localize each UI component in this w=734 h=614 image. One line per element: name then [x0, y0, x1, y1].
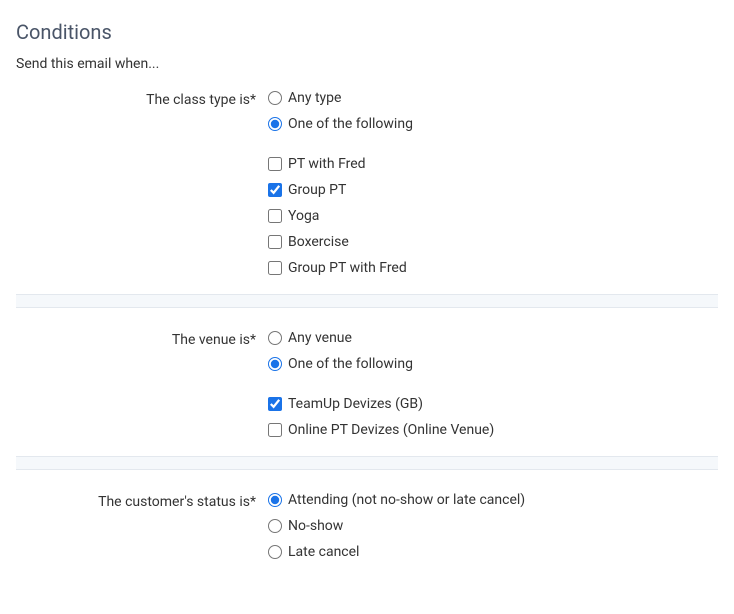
checkbox-class-boxercise-label: Boxercise — [288, 234, 349, 250]
checkbox-class-pt-with-fred[interactable]: PT with Fred — [268, 156, 718, 172]
radio-class-any-input[interactable] — [268, 91, 282, 105]
checkbox-class-pt-with-fred-input[interactable] — [268, 157, 282, 171]
radio-venue-one-of-label: One of the following — [288, 356, 413, 372]
radio-status-late-cancel-label: Late cancel — [288, 544, 359, 560]
radio-class-one-of-input[interactable] — [268, 117, 282, 131]
intro-text: Send this email when... — [16, 56, 718, 72]
radio-venue-any-label: Any venue — [288, 330, 352, 346]
section-divider — [16, 456, 718, 470]
checkbox-class-boxercise-input[interactable] — [268, 235, 282, 249]
checkbox-venue-teamup-devizes-input[interactable] — [268, 397, 282, 411]
radio-class-any[interactable]: Any type — [268, 90, 718, 106]
checkbox-class-group-pt-label: Group PT — [288, 182, 346, 198]
checkbox-class-group-pt[interactable]: Group PT — [268, 182, 718, 198]
checkbox-class-yoga[interactable]: Yoga — [268, 208, 718, 224]
radio-status-attending-label: Attending (not no-show or late cancel) — [288, 492, 525, 508]
label-venue: The venue is* — [16, 330, 268, 348]
checkbox-venue-online-pt-devizes-input[interactable] — [268, 423, 282, 437]
radio-status-no-show[interactable]: No-show — [268, 518, 718, 534]
section-divider — [16, 294, 718, 308]
checkbox-venue-teamup-devizes-label: TeamUp Devizes (GB) — [288, 396, 423, 412]
label-class-type: The class type is* — [16, 90, 268, 108]
checkbox-venue-online-pt-devizes-label: Online PT Devizes (Online Venue) — [288, 422, 494, 438]
row-venue: The venue is* Any venue One of the follo… — [16, 330, 718, 438]
checkbox-class-group-pt-with-fred[interactable]: Group PT with Fred — [268, 260, 718, 276]
checkbox-class-group-pt-input[interactable] — [268, 183, 282, 197]
radio-venue-any-input[interactable] — [268, 331, 282, 345]
checkbox-class-group-pt-with-fred-label: Group PT with Fred — [288, 260, 407, 276]
radio-venue-one-of[interactable]: One of the following — [268, 356, 718, 372]
label-status: The customer's status is* — [16, 492, 268, 510]
radio-class-any-label: Any type — [288, 90, 341, 106]
checkbox-venue-online-pt-devizes[interactable]: Online PT Devizes (Online Venue) — [268, 422, 718, 438]
radio-class-one-of[interactable]: One of the following — [268, 116, 718, 132]
radio-venue-one-of-input[interactable] — [268, 357, 282, 371]
checkbox-class-yoga-input[interactable] — [268, 209, 282, 223]
radio-venue-any[interactable]: Any venue — [268, 330, 718, 346]
radio-status-late-cancel-input[interactable] — [268, 545, 282, 559]
checkbox-class-group-pt-with-fred-input[interactable] — [268, 261, 282, 275]
radio-status-late-cancel[interactable]: Late cancel — [268, 544, 718, 560]
radio-status-no-show-label: No-show — [288, 518, 343, 534]
checkbox-class-yoga-label: Yoga — [288, 208, 319, 224]
row-status: The customer's status is* Attending (not… — [16, 492, 718, 560]
checkbox-class-pt-with-fred-label: PT with Fred — [288, 156, 366, 172]
section-title: Conditions — [16, 20, 718, 44]
radio-status-attending[interactable]: Attending (not no-show or late cancel) — [268, 492, 718, 508]
radio-status-attending-input[interactable] — [268, 493, 282, 507]
checkbox-class-boxercise[interactable]: Boxercise — [268, 234, 718, 250]
row-class-type: The class type is* Any type One of the f… — [16, 90, 718, 276]
radio-class-one-of-label: One of the following — [288, 116, 413, 132]
checkbox-venue-teamup-devizes[interactable]: TeamUp Devizes (GB) — [268, 396, 718, 412]
radio-status-no-show-input[interactable] — [268, 519, 282, 533]
